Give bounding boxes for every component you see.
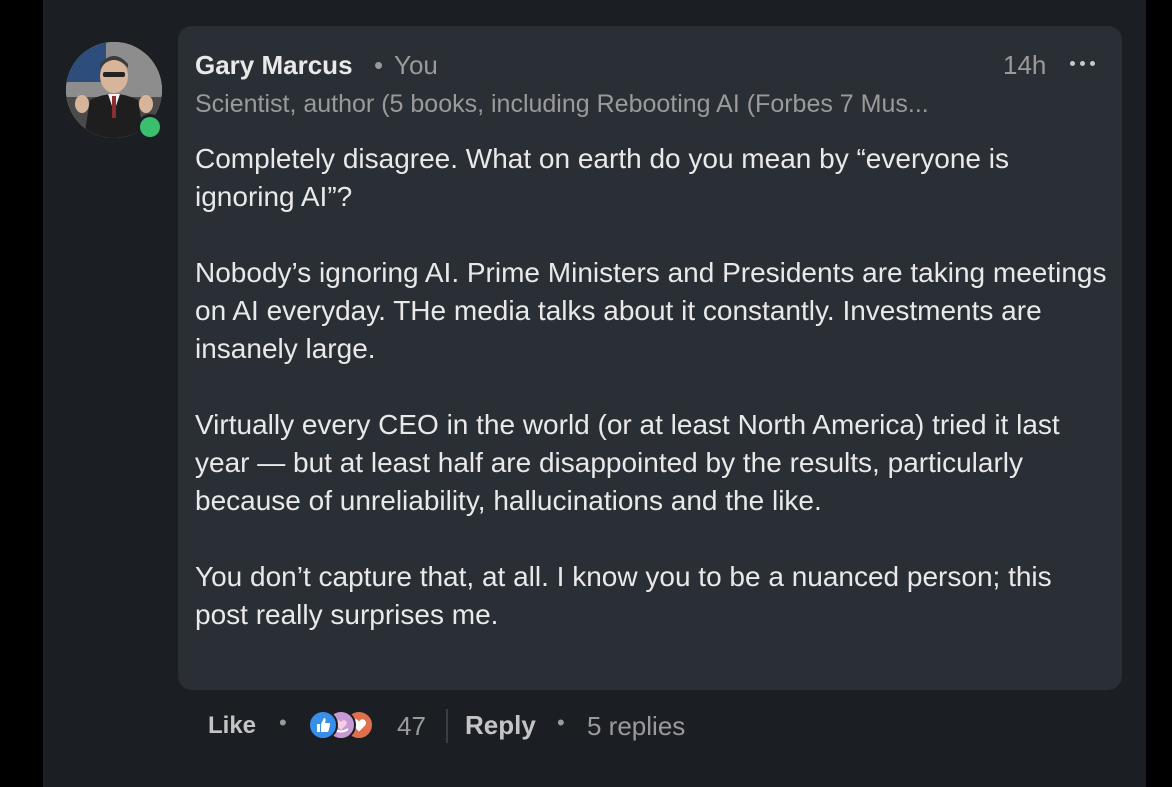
comment-body: Completely disagree. What on earth do yo… — [195, 140, 1110, 672]
author-separator: • — [374, 50, 384, 80]
reaction-count[interactable]: 47 — [397, 711, 426, 742]
comment-paragraph: Virtually every CEO in the world (or at … — [195, 409, 1060, 516]
more-options-button[interactable] — [1064, 48, 1100, 78]
author-headline: Scientist, author (5 books, including Re… — [195, 90, 929, 118]
comment-actions: Like • 47 Reply • 5 replies — [208, 704, 828, 748]
action-divider — [446, 709, 448, 743]
replies-link[interactable]: 5 replies — [587, 711, 685, 742]
like-button[interactable]: Like — [208, 712, 256, 740]
online-status-indicator — [137, 114, 163, 140]
comment-paragraph: Completely disagree. What on earth do yo… — [195, 143, 1009, 212]
thumbs-up-icon — [308, 710, 338, 740]
comment-timestamp: 14h — [1003, 50, 1047, 80]
action-separator: • — [557, 710, 565, 735]
reactions-summary[interactable] — [308, 710, 388, 740]
comment-paragraph: Nobody’s ignoring AI. Prime Ministers an… — [195, 257, 1107, 364]
comment-paragraph: You don’t capture that, at all. I know y… — [195, 561, 1052, 630]
author-name[interactable]: Gary Marcus — [195, 50, 353, 81]
author-relation: You — [394, 50, 438, 80]
reply-button[interactable]: Reply — [465, 710, 536, 741]
action-separator: • — [279, 710, 287, 735]
